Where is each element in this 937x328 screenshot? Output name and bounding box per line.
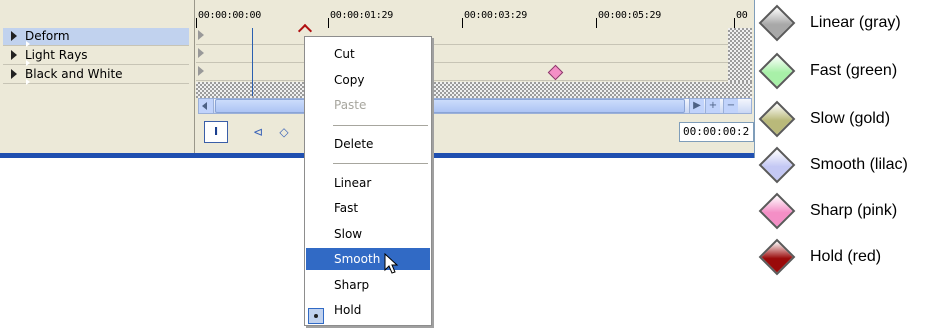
legend-label: Linear (gray) [810, 14, 901, 31]
context-menu: Cut Copy Paste Delete Linear Fast Slow S… [304, 36, 432, 326]
legend-item-fast: Fast (green) [758, 52, 937, 92]
menu-item-fast[interactable]: Fast [306, 197, 430, 219]
first-keyframe-icon[interactable]: ⊲ [250, 124, 266, 140]
sharp-diamond-icon [758, 192, 796, 230]
lane-start-icon [198, 48, 204, 58]
zoom-in-icon[interactable]: + [705, 99, 720, 113]
expand-triangle-icon[interactable] [11, 69, 30, 85]
ruler-tick [462, 18, 463, 28]
legend-item-smooth: Smooth (lilac) [758, 146, 937, 186]
ruler-tick [596, 18, 597, 28]
fast-diamond-icon [758, 52, 796, 90]
ruler-tick [196, 18, 197, 28]
menu-item-delete[interactable]: Delete [306, 133, 430, 155]
menu-separator [333, 163, 428, 164]
keyframe-lanes[interactable] [196, 28, 754, 98]
playhead-line[interactable] [252, 28, 253, 96]
time-ruler[interactable]: 00:00:00:00 00:00:01:29 00:00:03:29 00:0… [196, 0, 754, 28]
hold-diamond-icon [758, 238, 796, 276]
track-row-black-and-white[interactable]: Black and White [3, 66, 189, 85]
expand-triangle-icon[interactable] [11, 50, 30, 66]
track-row-light-rays[interactable]: Light Rays [3, 47, 189, 66]
menu-item-smooth[interactable]: Smooth [306, 248, 430, 270]
ruler-tick-label: 00:00:00:00 [198, 10, 261, 21]
lock-icon: I [213, 125, 219, 138]
expand-triangle-icon[interactable] [11, 31, 30, 47]
scroll-right-button[interactable]: ▶ [689, 99, 704, 113]
legend-label: Fast (green) [810, 62, 898, 79]
legend-item-hold: Hold (red) [758, 238, 937, 278]
menu-separator [333, 125, 428, 126]
ruler-tick-label: 00:00:05:29 [598, 10, 661, 21]
smooth-diamond-icon [758, 146, 796, 184]
menu-item-paste[interactable]: Paste [306, 94, 430, 116]
time-field[interactable]: 00:00:00:2 [679, 122, 754, 142]
legend-item-slow: Slow (gold) [758, 100, 937, 140]
menu-item-sharp[interactable]: Sharp [306, 274, 430, 296]
previous-keyframe-icon[interactable]: ◇ [276, 124, 292, 140]
legend-label: Smooth (lilac) [810, 156, 908, 173]
ruler-tick-label: 00 [736, 10, 748, 21]
ruler-tick-label: 00:00:01:29 [330, 10, 393, 21]
track-list: Deform Light Rays Black and White [3, 28, 189, 85]
linear-diamond-icon [758, 4, 796, 42]
lock-button[interactable]: I [204, 121, 228, 143]
track-label: Light Rays [25, 48, 88, 62]
menu-item-linear[interactable]: Linear [306, 172, 430, 194]
keyframe-lane[interactable] [196, 28, 728, 45]
menu-item-copy[interactable]: Copy [306, 69, 430, 91]
ruler-tick [734, 18, 735, 28]
track-label: Black and White [25, 67, 123, 81]
keyframe-legend: Linear (gray) Fast (green) Slow (gold) S… [758, 0, 937, 328]
timeline-toolbar: I ⊲ ◇ 00:00:00:2 [198, 118, 754, 150]
menu-item-cut[interactable]: Cut [306, 43, 430, 65]
slow-diamond-icon [758, 100, 796, 138]
legend-label: Slow (gold) [810, 110, 891, 127]
keyframe-lane[interactable] [196, 46, 728, 63]
panel-divider[interactable] [194, 0, 195, 154]
legend-label: Hold (red) [810, 248, 882, 265]
mouse-pointer-icon [384, 253, 399, 274]
scroll-thumb[interactable] [215, 99, 685, 113]
track-label: Deform [25, 29, 70, 43]
legend-item-sharp: Sharp (pink) [758, 192, 937, 232]
empty-lane-area [196, 82, 752, 98]
horizontal-scrollbar[interactable]: ▶ + − [198, 98, 752, 114]
ruler-tick [328, 18, 329, 28]
track-row-deform[interactable]: Deform [3, 28, 189, 47]
lane-start-icon [198, 66, 204, 76]
legend-label: Sharp (pink) [810, 202, 898, 219]
menu-item-hold[interactable]: Hold [306, 299, 430, 321]
scroll-left-button[interactable] [199, 99, 214, 113]
zoom-out-icon[interactable]: − [723, 99, 738, 113]
lane-start-icon [198, 30, 204, 40]
menu-item-slow[interactable]: Slow [306, 223, 430, 245]
ruler-tick-label: 00:00:03:29 [464, 10, 527, 21]
keyframe-lane[interactable] [196, 64, 728, 81]
legend-item-linear: Linear (gray) [758, 4, 937, 44]
